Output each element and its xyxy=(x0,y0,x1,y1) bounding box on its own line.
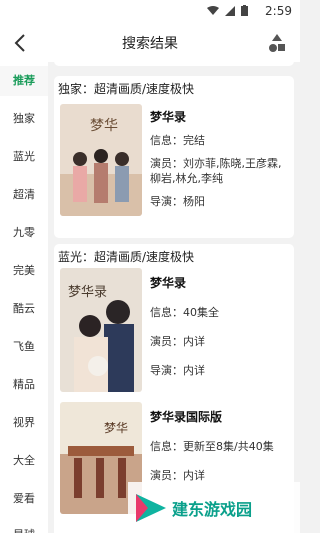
source-sidebar: 推荐 独家 蓝光 超清 九零 完美 酷云 飞鱼 精品 视界 大全 爱看 星球 xyxy=(0,62,48,533)
sidebar-item-dujia[interactable]: 独家 xyxy=(0,104,48,134)
sidebar-item-shijie[interactable]: 视界 xyxy=(0,408,48,438)
cast-text: 演员：内详 xyxy=(150,469,205,482)
sidebar-item-chaoqing[interactable]: 超清 xyxy=(0,180,48,210)
sidebar-item-feiyu[interactable]: 飞鱼 xyxy=(0,332,48,362)
result-info: 梦华录 信息：完结 演员：刘亦菲,陈晓,王彦霖,柳岩,林允,李纯 导演：杨阳 xyxy=(150,110,288,209)
poster-image[interactable]: 梦华录 xyxy=(60,268,142,392)
status-time: 2:59 xyxy=(265,4,292,18)
source-title: 独家：超清画质/速度极快 xyxy=(58,82,195,96)
result-info: 梦华录 信息：40集全 演员：内详 导演：内详 xyxy=(150,276,288,378)
status-icons xyxy=(207,5,248,16)
result-card: 独家：超清画质/速度极快 梦华 梦华录 信息：完结 演员：刘亦菲,陈晓,王彦霖,… xyxy=(54,76,294,238)
svg-text:梦华: 梦华 xyxy=(104,421,128,435)
battery-icon xyxy=(241,5,248,16)
sidebar-item-jingpin[interactable]: 精品 xyxy=(0,370,48,400)
info-text: 信息：40集全 xyxy=(150,306,219,319)
app-bar: 搜索结果 xyxy=(0,24,300,62)
cast-text: 演员：刘亦菲,陈晓,王彦霖,柳岩,林允,李纯 xyxy=(150,157,282,185)
cast-text: 演员：内详 xyxy=(150,335,205,348)
signal-icon xyxy=(225,5,235,16)
source-title: 蓝光：超清画质/速度极快 xyxy=(58,250,195,264)
sidebar-item-aikan[interactable]: 爱看 xyxy=(0,484,48,514)
sidebar-item-languang[interactable]: 蓝光 xyxy=(0,142,48,172)
info-text: 信息：更新至8集/共40集 xyxy=(150,440,274,453)
director-text: 导演：内详 xyxy=(150,364,205,377)
title-text[interactable]: 梦华录国际版 xyxy=(150,410,288,425)
watermark-text: 建东游戏园 xyxy=(172,500,253,519)
status-bar: 2:59 xyxy=(0,0,300,24)
sidebar-item-daquan[interactable]: 大全 xyxy=(0,446,48,476)
svg-text:梦华: 梦华 xyxy=(90,118,118,134)
filter-icon[interactable] xyxy=(268,33,286,53)
title-text[interactable]: 梦华录 xyxy=(150,110,288,125)
page-title: 搜索结果 xyxy=(122,36,178,52)
result-card-partial xyxy=(54,62,294,66)
sidebar-item-wanmei[interactable]: 完美 xyxy=(0,256,48,286)
title-text[interactable]: 梦华录 xyxy=(150,276,288,291)
wifi-icon xyxy=(207,5,219,15)
poster-image[interactable]: 梦华 xyxy=(60,104,142,216)
sidebar-item-tuijian[interactable]: 推荐 xyxy=(0,66,48,96)
watermark: 建东游戏园 xyxy=(128,482,300,533)
info-text: 信息：完结 xyxy=(150,134,205,147)
sidebar-item-jiuling[interactable]: 九零 xyxy=(0,218,48,248)
result-info: 梦华录国际版 信息：更新至8集/共40集 演员：内详 xyxy=(150,410,288,483)
svg-text:梦华录: 梦华录 xyxy=(68,285,107,300)
sidebar-item-kuyun[interactable]: 酷云 xyxy=(0,294,48,324)
logo-icon xyxy=(136,494,166,522)
results-list: 独家：超清画质/速度极快 梦华 梦华录 信息：完结 演员：刘亦菲,陈晓,王彦霖,… xyxy=(48,62,300,533)
director-text: 导演：杨阳 xyxy=(150,195,205,208)
sidebar-item-xingqiu[interactable]: 星球 xyxy=(0,520,48,533)
